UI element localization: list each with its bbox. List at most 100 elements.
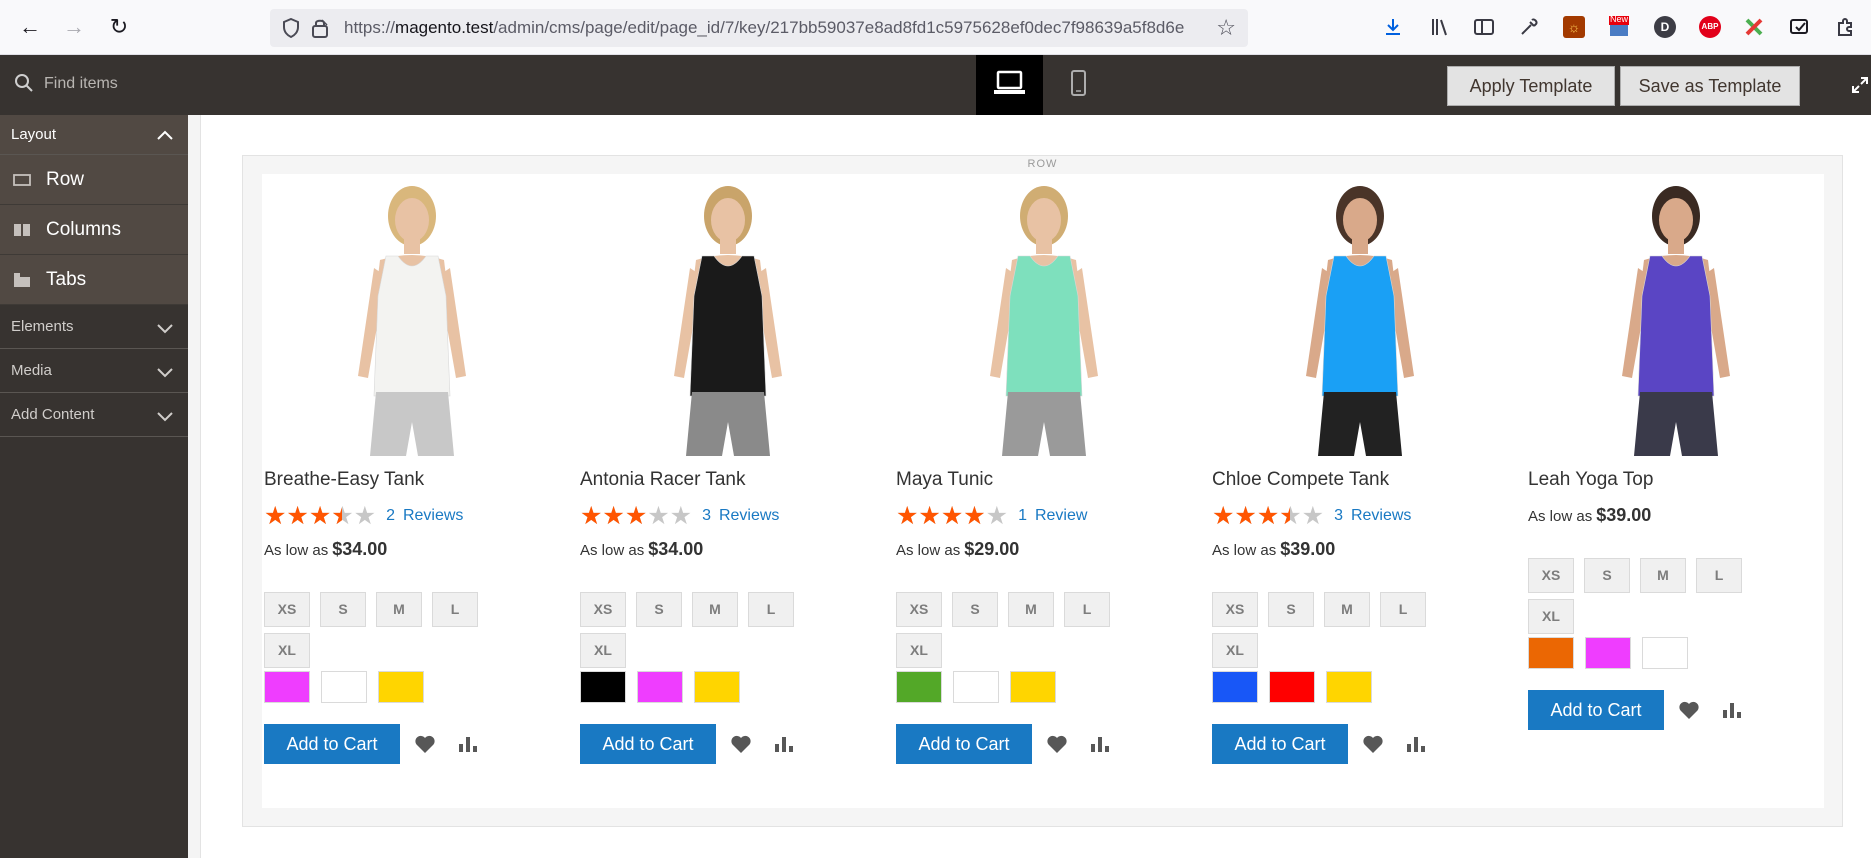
size-swatch-m[interactable]: M [1008, 592, 1054, 627]
add-to-cart-button[interactable]: Add to Cart [1528, 690, 1664, 730]
color-swatch[interactable] [896, 671, 942, 703]
sidebar-section-add-content[interactable]: Add Content [0, 393, 188, 437]
add-to-cart-button[interactable]: Add to Cart [1212, 724, 1348, 764]
size-swatch-l[interactable]: L [1380, 592, 1426, 627]
row-container[interactable]: ROW Breathe-Easy Tank★★★★★★★★★★2ReviewsA… [242, 155, 1843, 827]
find-items-input[interactable] [44, 72, 184, 96]
add-to-cart-button[interactable]: Add to Cart [580, 724, 716, 764]
product-photo[interactable] [282, 176, 542, 456]
adblock-icon[interactable]: ABP [1699, 16, 1721, 38]
product-name-link[interactable]: Antonia Racer Tank [580, 469, 745, 491]
compare-chart-icon[interactable] [1721, 700, 1743, 720]
extension-d-icon[interactable]: D [1654, 16, 1676, 38]
mobile-view-button[interactable] [1045, 55, 1112, 115]
reload-icon[interactable]: ↻ [106, 14, 132, 40]
size-swatch-xs[interactable]: XS [580, 592, 626, 627]
sidebar-section-layout[interactable]: Layout [0, 115, 188, 155]
size-swatch-m[interactable]: M [1640, 558, 1686, 593]
color-swatch[interactable] [1269, 671, 1315, 703]
extension-cross-icon[interactable] [1743, 16, 1765, 38]
bookmark-star-icon[interactable]: ☆ [1216, 15, 1236, 41]
size-swatch-xl[interactable]: XL [264, 633, 310, 668]
sidebar-item-tabs[interactable]: Tabs [0, 255, 188, 305]
size-swatch-s[interactable]: S [952, 592, 998, 627]
product-photo[interactable] [914, 176, 1174, 456]
size-swatch-xs[interactable]: XS [264, 592, 310, 627]
color-swatch[interactable] [580, 671, 626, 703]
size-swatch-xs[interactable]: XS [1212, 592, 1258, 627]
product-name-link[interactable]: Leah Yoga Top [1528, 469, 1653, 491]
size-swatch-m[interactable]: M [376, 592, 422, 627]
compare-chart-icon[interactable] [773, 734, 795, 754]
size-swatch-xl[interactable]: XL [580, 633, 626, 668]
color-swatch[interactable] [264, 671, 310, 703]
size-swatch-xl[interactable]: XL [1528, 599, 1574, 634]
color-swatch[interactable] [1326, 671, 1372, 703]
exit-fullscreen-icon[interactable] [1850, 75, 1870, 95]
color-swatch[interactable] [1642, 637, 1688, 669]
reviews-link[interactable]: 3 Reviews [702, 507, 779, 525]
size-swatch-xl[interactable]: XL [1212, 633, 1258, 668]
size-swatch-s[interactable]: S [1268, 592, 1314, 627]
sidebar-toggle-icon[interactable] [1473, 16, 1495, 38]
wishlist-heart-icon[interactable] [1678, 700, 1700, 720]
wishlist-heart-icon[interactable] [1362, 734, 1384, 754]
url-bar[interactable]: https://magento.test/admin/cms/page/edit… [270, 9, 1248, 47]
size-swatch-xs[interactable]: XS [896, 592, 942, 627]
apply-template-button[interactable]: Apply Template [1447, 66, 1615, 106]
sidebar-item-columns[interactable]: Columns [0, 205, 188, 255]
extension-sun-icon[interactable]: ☼ [1563, 16, 1585, 38]
add-to-cart-button[interactable]: Add to Cart [896, 724, 1032, 764]
product-name-link[interactable]: Breathe-Easy Tank [264, 469, 424, 491]
lock-icon[interactable] [312, 18, 328, 38]
extensions-puzzle-icon[interactable] [1834, 16, 1856, 38]
reviews-link[interactable]: 1 Review [1018, 507, 1087, 525]
color-swatch[interactable] [637, 671, 683, 703]
reviews-link[interactable]: 3 Reviews [1334, 507, 1411, 525]
add-to-cart-button[interactable]: Add to Cart [264, 724, 400, 764]
sidebar-section-media[interactable]: Media [0, 349, 188, 393]
compare-chart-icon[interactable] [1089, 734, 1111, 754]
save-as-template-button[interactable]: Save as Template [1620, 66, 1800, 106]
library-icon[interactable] [1429, 16, 1451, 38]
compare-chart-icon[interactable] [1405, 734, 1427, 754]
size-swatch-s[interactable]: S [1584, 558, 1630, 593]
product-name-link[interactable]: Maya Tunic [896, 469, 993, 491]
wishlist-heart-icon[interactable] [730, 734, 752, 754]
color-swatch[interactable] [378, 671, 424, 703]
sidebar-section-elements[interactable]: Elements [0, 305, 188, 349]
back-icon[interactable]: ← [17, 14, 43, 40]
color-swatch[interactable] [1585, 637, 1631, 669]
color-swatch[interactable] [694, 671, 740, 703]
color-swatch[interactable] [1528, 637, 1574, 669]
desktop-view-button[interactable] [976, 55, 1043, 115]
color-swatch[interactable] [1212, 671, 1258, 703]
size-swatch-m[interactable]: M [692, 592, 738, 627]
product-name-link[interactable]: Chloe Compete Tank [1212, 469, 1389, 491]
color-swatch[interactable] [953, 671, 999, 703]
size-swatch-l[interactable]: L [432, 592, 478, 627]
reviews-link[interactable]: 2 Reviews [386, 507, 463, 525]
sidebar-item-row[interactable]: Row [0, 155, 188, 205]
shield-icon[interactable] [282, 18, 300, 38]
wishlist-heart-icon[interactable] [1046, 734, 1068, 754]
size-swatch-l[interactable]: L [1696, 558, 1742, 593]
product-photo[interactable] [1546, 176, 1806, 456]
screenshot-icon[interactable] [1788, 16, 1810, 38]
size-swatch-xl[interactable]: XL [896, 633, 942, 668]
compare-chart-icon[interactable] [457, 734, 479, 754]
size-swatch-l[interactable]: L [1064, 592, 1110, 627]
color-swatch[interactable] [1010, 671, 1056, 703]
size-swatch-xs[interactable]: XS [1528, 558, 1574, 593]
forward-icon[interactable]: → [61, 14, 87, 40]
downloads-icon[interactable] [1382, 16, 1404, 38]
product-photo[interactable] [1230, 176, 1490, 456]
size-swatch-s[interactable]: S [636, 592, 682, 627]
wishlist-heart-icon[interactable] [414, 734, 436, 754]
extension-new-icon[interactable]: New [1608, 14, 1630, 38]
size-swatch-s[interactable]: S [320, 592, 366, 627]
eyedropper-icon[interactable] [1518, 16, 1540, 38]
size-swatch-m[interactable]: M [1324, 592, 1370, 627]
url-text[interactable]: https://magento.test/admin/cms/page/edit… [344, 18, 1204, 38]
size-swatch-l[interactable]: L [748, 592, 794, 627]
